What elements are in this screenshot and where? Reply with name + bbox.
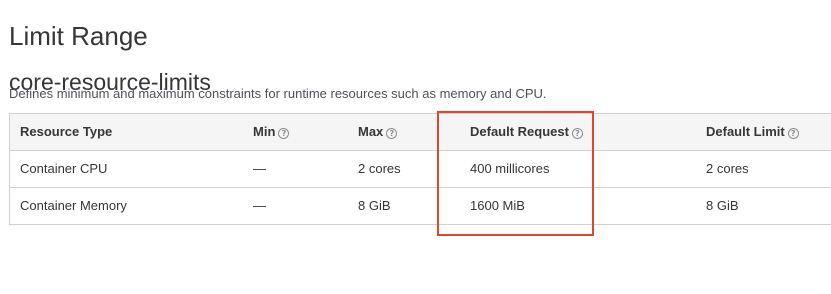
question-circle-icon[interactable]: ? <box>278 128 290 139</box>
header-resource-type: Resource Type <box>20 114 112 150</box>
cell-resource-type: Container CPU <box>20 161 108 176</box>
question-circle-icon[interactable]: ? <box>386 128 398 139</box>
page-title: Limit Range <box>9 21 148 52</box>
table-row: Container CPU — 2 cores 400 millicores 2… <box>10 151 831 188</box>
question-circle-icon[interactable]: ? <box>787 128 799 139</box>
section-description: Defines minimum and maximum constraints … <box>9 86 547 101</box>
table-header-row: Resource Type Min? Max? Default Request?… <box>10 114 831 151</box>
limit-range-table: Resource Type Min? Max? Default Request?… <box>9 113 831 225</box>
cell-default-limit: 2 cores <box>706 161 749 176</box>
table-row: Container Memory — 8 GiB 1600 MiB 8 GiB <box>10 188 831 225</box>
header-default-limit-label: Default Limit <box>706 124 785 139</box>
header-default-request-label: Default Request <box>470 124 569 139</box>
cell-default-request: 1600 MiB <box>470 198 525 213</box>
header-max-label: Max <box>358 124 384 139</box>
cell-min: — <box>253 161 266 176</box>
header-min: Min? <box>253 114 290 150</box>
cell-max: 2 cores <box>358 161 401 176</box>
header-default-limit: Default Limit? <box>706 114 799 150</box>
cell-default-limit: 8 GiB <box>706 198 739 213</box>
cell-max: 8 GiB <box>358 198 391 213</box>
header-default-request: Default Request? <box>470 114 583 150</box>
cell-min: — <box>253 198 266 213</box>
question-circle-icon[interactable]: ? <box>571 128 583 139</box>
cell-default-request: 400 millicores <box>470 161 550 176</box>
header-resource-type-label: Resource Type <box>20 124 113 139</box>
cell-resource-type: Container Memory <box>20 198 127 213</box>
header-max: Max? <box>358 114 398 150</box>
header-min-label: Min <box>253 124 276 139</box>
